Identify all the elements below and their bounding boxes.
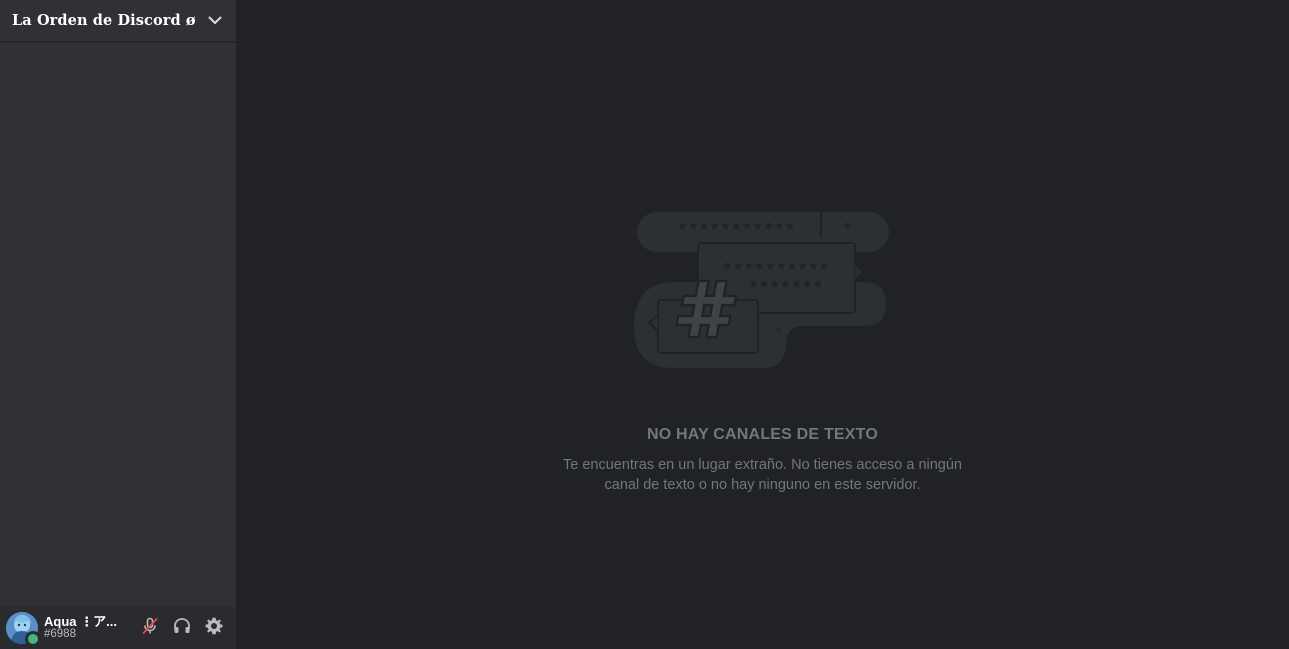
empty-state-title: NO HAY CANALES DE TEXTO: [646, 426, 878, 443]
empty-state-description: Te encuentras en un lugar extraño. No ti…: [236, 455, 1289, 495]
chevron-down-icon[interactable]: [206, 12, 224, 30]
channel-list: [0, 43, 236, 607]
username: Aqua ⋮ア...: [44, 615, 117, 628]
avatar[interactable]: [6, 612, 41, 647]
microphone-muted-icon: [140, 616, 160, 641]
gear-icon: [204, 616, 224, 641]
main-content: ★★★★★★★★★★★ ✦ ★★★★★★★★★★ ★★★★★★★ ⁜ NO HA…: [236, 0, 1289, 649]
empty-state-description-line-1: Te encuentras en un lugar extraño. No ti…: [562, 457, 962, 473]
deafen-button[interactable]: [166, 612, 198, 644]
channel-sidebar: La Orden de Discord ø Aqua ⋮ア... #6988: [0, 0, 236, 649]
empty-state-description-line-2: canal de texto o no hay ninguno en este …: [604, 477, 921, 493]
svg-text:★★★★★★★★★★★: ★★★★★★★★★★★: [677, 219, 795, 233]
server-name: La Orden de Discord ø: [12, 12, 196, 29]
mute-microphone-button[interactable]: [134, 612, 166, 644]
headphones-icon: [172, 616, 192, 641]
server-header[interactable]: La Orden de Discord ø: [0, 0, 236, 42]
svg-text:★★★★★★★: ★★★★★★★: [748, 277, 823, 291]
svg-text:⁜: ⁜: [774, 326, 782, 337]
hash-chat-bubbles-icon: ★★★★★★★★★★★ ✦ ★★★★★★★★★★ ★★★★★★★ ⁜: [634, 208, 894, 379]
status-online-indicator: [25, 631, 41, 647]
user-settings-button[interactable]: [198, 612, 230, 644]
user-panel: Aqua ⋮ア... #6988: [0, 607, 236, 649]
app-window: La Orden de Discord ø Aqua ⋮ア... #6988 ★…: [0, 0, 1289, 649]
user-discriminator: #6988: [44, 628, 76, 640]
svg-text:★★★★★★★★★★: ★★★★★★★★★★: [722, 259, 830, 273]
user-info[interactable]: Aqua ⋮ア... #6988: [44, 615, 134, 641]
svg-text:✦: ✦: [842, 219, 852, 233]
